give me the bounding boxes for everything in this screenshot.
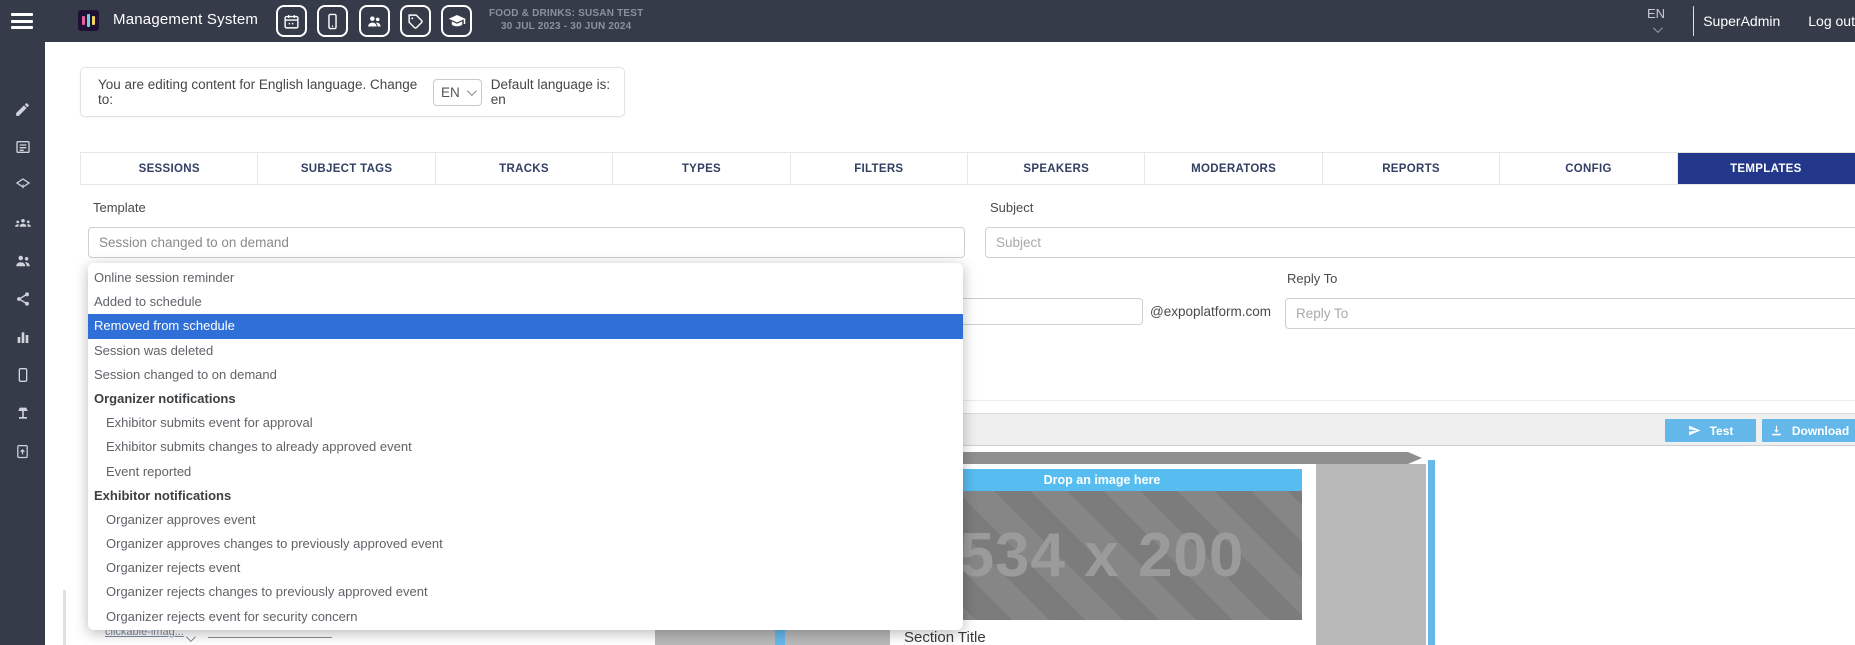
edit-pencil-icon[interactable] (0, 94, 45, 124)
reply-to-input[interactable] (1285, 298, 1855, 329)
default-language-text: Default language is: en (491, 77, 624, 107)
hamburger-menu-icon[interactable] (11, 13, 33, 29)
language-notice-bar: You are editing content for English lang… (80, 67, 625, 117)
people-pair-icon[interactable] (0, 246, 45, 276)
dropdown-option[interactable]: Exhibitor notifications (88, 484, 963, 508)
image-placeholder-size: 534 x 200 (960, 520, 1245, 591)
chevron-down-icon (1653, 23, 1663, 33)
dropdown-option[interactable]: Organizer notifications (88, 387, 963, 411)
podium-stand-icon[interactable] (0, 398, 45, 428)
dropdown-option[interactable]: Exhibitor submits changes to already app… (88, 435, 963, 459)
tab[interactable]: SUBJECT TAGS (258, 153, 435, 184)
reply-to-label: Reply To (1287, 271, 1337, 286)
tab[interactable]: TRACKS (436, 153, 613, 184)
download-button-label: Download (1792, 424, 1849, 438)
file-upload-icon[interactable] (0, 436, 45, 466)
header-language-value: EN (1647, 6, 1665, 21)
tab[interactable]: TYPES (613, 153, 790, 184)
editor-panel-edge (63, 590, 66, 645)
subject-tags-icon[interactable] (0, 170, 45, 200)
header-right: EN SuperAdmin Log out (1633, 0, 1855, 42)
smartphone-icon[interactable] (317, 5, 348, 37)
test-button[interactable]: Test (1665, 419, 1756, 442)
dropdown-option[interactable]: Exhibitor submits event for approval (88, 411, 963, 435)
header-language-select[interactable]: EN (1647, 6, 1665, 36)
form-list-icon[interactable] (0, 132, 45, 162)
app-logo (78, 10, 99, 31)
send-icon (1688, 424, 1701, 437)
preview-background-right (1316, 464, 1426, 645)
section-title: Section Title (904, 629, 986, 645)
subject-label: Subject (990, 200, 1033, 215)
top-header: Management System FOOD & DRINKS: SUSAN T… (0, 0, 1855, 42)
dropdown-option[interactable]: Online session reminder (88, 266, 963, 290)
dropdown-option[interactable]: Session changed to on demand (88, 363, 963, 387)
education-icon[interactable] (441, 5, 472, 37)
test-button-label: Test (1710, 424, 1734, 438)
event-dates: 30 JUL 2023 - 30 JUN 2024 (489, 20, 643, 33)
tab[interactable]: MODERATORS (1145, 153, 1322, 184)
tab[interactable]: SESSIONS (81, 153, 258, 184)
share-icon[interactable] (0, 284, 45, 314)
tab[interactable]: TEMPLATES (1678, 153, 1855, 184)
subject-input[interactable] (985, 227, 1855, 258)
mobile-device-icon[interactable] (0, 360, 45, 390)
event-info: FOOD & DRINKS: SUSAN TEST 30 JUL 2023 - … (489, 7, 643, 33)
language-notice-text: You are editing content for English lang… (98, 77, 424, 107)
dropdown-option[interactable]: Organizer approves event (88, 508, 963, 532)
calendar-icon[interactable] (276, 5, 307, 37)
dropdown-option[interactable]: Session was deleted (88, 339, 963, 363)
template-select[interactable] (88, 227, 965, 258)
language-select[interactable]: EN (433, 79, 482, 106)
tab[interactable]: CONFIG (1500, 153, 1677, 184)
tab[interactable]: SPEAKERS (968, 153, 1145, 184)
dropdown-option[interactable]: Organizer rejects event (88, 556, 963, 580)
language-select-value: EN (441, 85, 460, 100)
tab[interactable]: FILTERS (791, 153, 968, 184)
dropdown-option[interactable]: Event reported (88, 460, 963, 484)
email-domain: @expoplatform.com (1150, 304, 1271, 319)
tab[interactable]: REPORTS (1323, 153, 1500, 184)
app-title: Management System (113, 11, 258, 28)
attendees-icon[interactable] (359, 5, 390, 37)
preview-right-scrollbar[interactable] (1428, 460, 1435, 645)
template-dropdown-list: Online session reminderAdded to schedule… (88, 263, 963, 630)
dropdown-option[interactable]: Organizer approves changes to previously… (88, 532, 963, 556)
app-window: Test Download Drop an image here 534 x 2… (0, 0, 1855, 645)
dropdown-option[interactable]: Added to schedule (88, 290, 963, 314)
left-sidebar (0, 42, 45, 645)
dropdown-option[interactable]: Organizer rejects changes to previously … (88, 580, 963, 604)
tags-icon[interactable] (400, 5, 431, 37)
chevron-down-icon (467, 86, 477, 96)
download-icon (1770, 424, 1783, 437)
dropdown-option[interactable]: Organizer rejects event for security con… (88, 605, 963, 629)
template-label: Template (93, 200, 146, 215)
download-button[interactable]: Download (1762, 419, 1855, 442)
bar-chart-icon[interactable] (0, 322, 45, 352)
chevron-down-icon[interactable] (180, 629, 193, 645)
dropdown-option[interactable]: Removed from schedule (88, 314, 963, 338)
event-name: FOOD & DRINKS: SUSAN TEST (489, 7, 643, 20)
people-group-icon[interactable] (0, 208, 45, 238)
logout-button[interactable]: Log out (1808, 13, 1855, 29)
user-name: SuperAdmin (1703, 13, 1780, 29)
section-tabs: SESSIONSSUBJECT TAGSTRACKSTYPESFILTERSSP… (80, 152, 1855, 185)
